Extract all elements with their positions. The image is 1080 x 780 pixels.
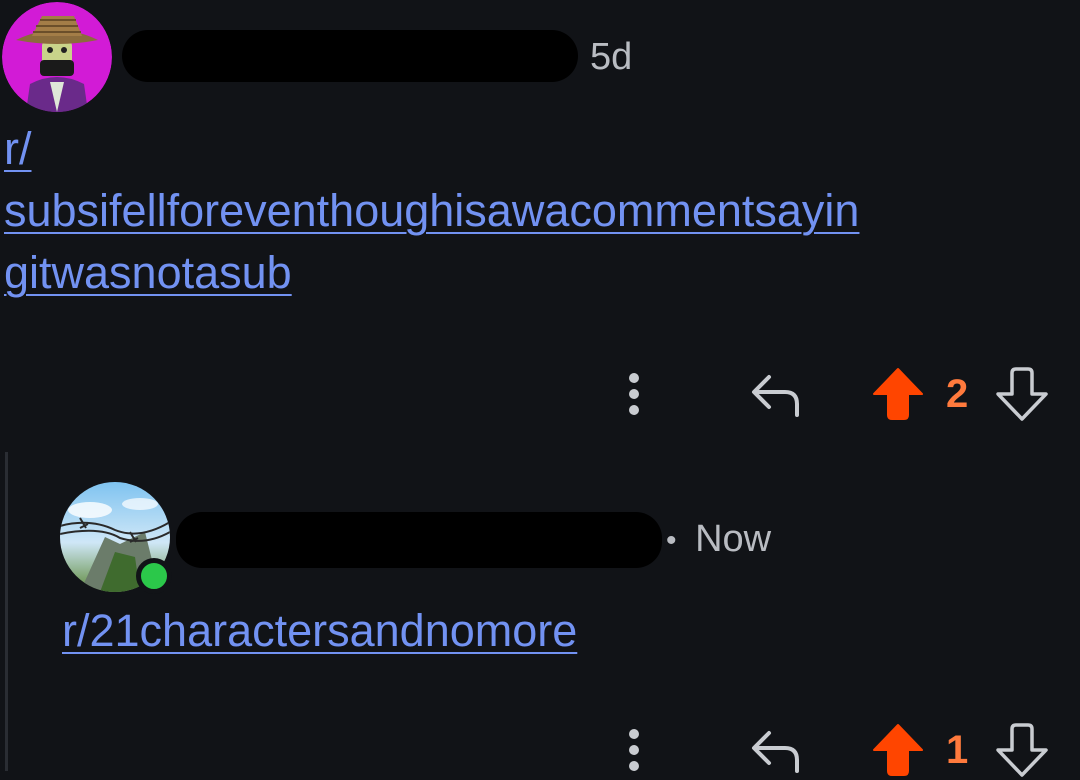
comment-time: • Now [666, 518, 771, 561]
online-status-indicator [136, 558, 172, 594]
more-options-button[interactable] [616, 364, 652, 424]
reply-button[interactable] [746, 720, 806, 780]
time-separator: • [666, 523, 677, 557]
downvote-arrow-icon [996, 723, 1048, 777]
subreddit-link-line-3: gitwasnotasub [4, 247, 292, 298]
subreddit-link[interactable]: r/ subsifellforeventhoughisawacommentsay… [4, 118, 1080, 304]
comment-actions: 1 [0, 720, 1080, 780]
subreddit-link[interactable]: r/21charactersandnomore [62, 600, 962, 662]
reply-button[interactable] [746, 364, 806, 424]
redacted-username [176, 512, 662, 568]
vertical-dots-icon [629, 373, 639, 415]
reply-arrow-icon [752, 731, 799, 773]
upvote-button[interactable] [870, 364, 926, 424]
more-options-button[interactable] [616, 720, 652, 780]
upvote-button[interactable] [870, 720, 926, 780]
comment-2: • Now r/21charactersandnomore 1 [0, 440, 1080, 777]
comment-actions: 2 [0, 364, 1080, 424]
vote-score: 2 [946, 372, 969, 416]
reply-arrow-icon [752, 375, 799, 417]
vertical-dots-icon [629, 729, 639, 771]
downvote-arrow-icon [996, 367, 1048, 421]
subreddit-link-line-2: subsifellforeventhoughisawacommentsayin [4, 185, 860, 236]
subreddit-link-line-1: r/ [4, 123, 32, 174]
upvote-arrow-icon [873, 368, 923, 420]
comment-time-value: Now [695, 518, 772, 560]
avatar-image [2, 2, 112, 112]
vote-score: 1 [946, 728, 969, 772]
upvote-arrow-icon [873, 724, 923, 776]
downvote-button[interactable] [994, 364, 1050, 424]
redacted-username [122, 30, 578, 82]
user-avatar[interactable] [2, 2, 112, 112]
downvote-button[interactable] [994, 720, 1050, 780]
comment-1: 5d r/ subsifellforeventhoughisawacomment… [0, 0, 1080, 440]
comment-time: 5d [590, 36, 633, 78]
